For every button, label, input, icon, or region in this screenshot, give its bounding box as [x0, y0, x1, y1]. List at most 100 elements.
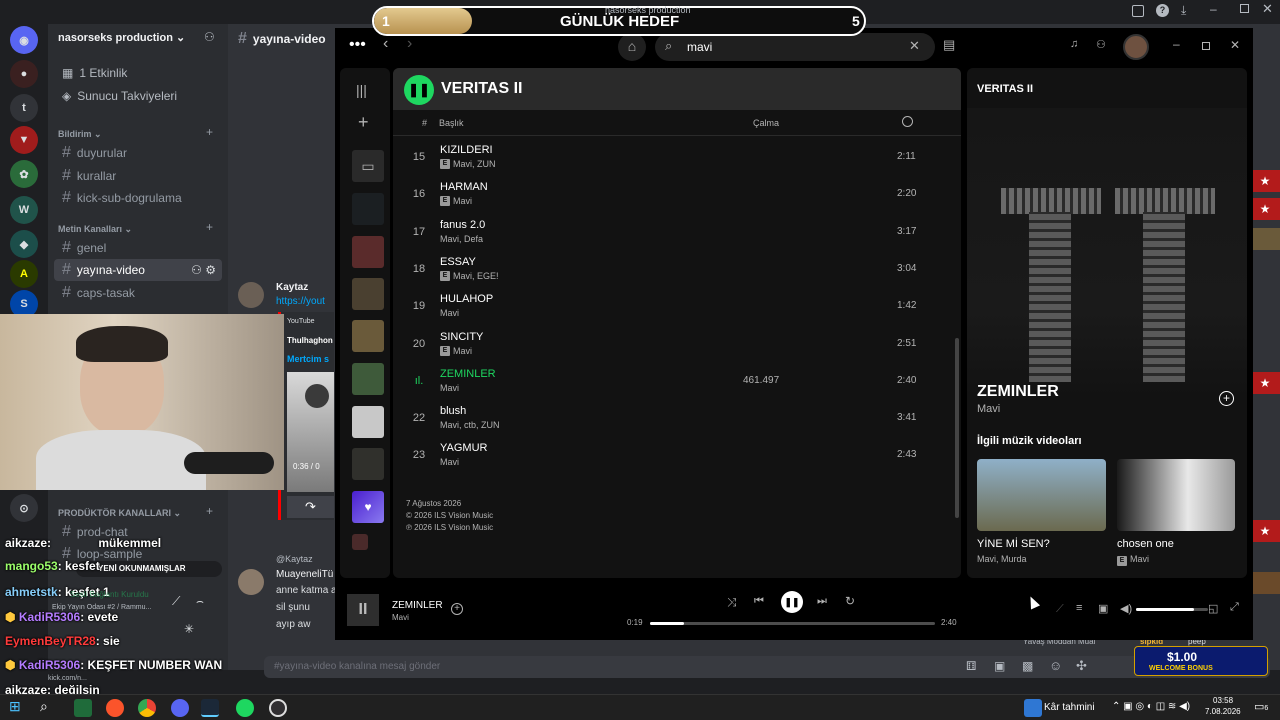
- embed-sub[interactable]: Mertcim s: [287, 354, 329, 364]
- server-icon[interactable]: ●: [10, 60, 38, 88]
- track-title[interactable]: ESSAY: [440, 256, 476, 268]
- add-channel-icon[interactable]: +: [206, 504, 213, 518]
- video-title[interactable]: chosen one: [1117, 538, 1174, 550]
- embed-title[interactable]: Thulhaghon: [287, 336, 333, 345]
- emoji-icon[interactable]: ☺: [1049, 658, 1062, 673]
- clock-time[interactable]: 03:58: [1213, 696, 1233, 705]
- track-artists[interactable]: Mavi: [453, 346, 472, 356]
- play-pause-button[interactable]: ❚❚: [781, 591, 803, 613]
- video-thumb[interactable]: [1117, 459, 1235, 531]
- channel-yayina-video[interactable]: # yayına-video ⚇ ⚙: [54, 259, 222, 281]
- notifications-icon[interactable]: ♫: [1070, 38, 1078, 50]
- track-title[interactable]: SINCITY: [440, 331, 483, 343]
- explore-icon[interactable]: ⊙: [10, 494, 38, 522]
- player-artist[interactable]: Mavi: [392, 613, 409, 622]
- track-artists[interactable]: Mavi, EGE!: [453, 271, 499, 281]
- server-header[interactable]: nasorseks production ⌄: [58, 31, 185, 44]
- channel-genel[interactable]: # genel: [54, 237, 222, 259]
- track-artists[interactable]: Mavi, Defa: [440, 234, 483, 244]
- track-artists[interactable]: Mavi: [453, 196, 472, 206]
- col-plays[interactable]: Çalma: [753, 118, 779, 128]
- track-row[interactable]: ıl. ZEMINLER Mavi 461.497 2:40: [393, 364, 961, 401]
- mute-icon[interactable]: ⟋: [172, 594, 180, 609]
- library-item[interactable]: [352, 320, 384, 352]
- close-icon[interactable]: ✕: [1230, 38, 1240, 52]
- track-title[interactable]: KIZILDERI: [440, 144, 493, 156]
- library-item[interactable]: [352, 363, 384, 395]
- back-icon[interactable]: ‹: [383, 35, 388, 53]
- soundboard-icon[interactable]: ✳: [184, 622, 194, 636]
- notification-icon[interactable]: ▭6: [1254, 700, 1268, 713]
- maximize-icon[interactable]: [1240, 4, 1249, 13]
- track-row[interactable]: 20 SINCITY E Mavi 2:51: [393, 327, 961, 364]
- duration-clock-icon[interactable]: [902, 116, 913, 127]
- start-icon[interactable]: ⊞: [9, 698, 21, 715]
- track-row[interactable]: 15 KIZILDERI E Mavi, ZUN 2:11: [393, 140, 961, 177]
- search-icon[interactable]: ⌕: [40, 698, 48, 715]
- maximize-icon[interactable]: [1202, 42, 1210, 50]
- apps-icon[interactable]: ✣: [1076, 658, 1087, 674]
- profile-avatar[interactable]: [1123, 34, 1149, 60]
- server-icon[interactable]: W: [10, 196, 38, 224]
- clear-search-icon[interactable]: ✕: [909, 38, 920, 54]
- library-item[interactable]: [352, 448, 384, 480]
- obs-icon[interactable]: [269, 699, 287, 717]
- library-item[interactable]: [352, 406, 384, 438]
- library-icon[interactable]: |||: [356, 82, 367, 98]
- video-thumb[interactable]: [977, 459, 1106, 531]
- library-item[interactable]: [352, 193, 384, 225]
- search-input[interactable]: ⌕ mavi ✕: [655, 33, 935, 61]
- discord-home-icon[interactable]: ◉: [10, 26, 38, 54]
- fullscreen-icon[interactable]: ⤢: [1230, 601, 1239, 614]
- track-title[interactable]: blush: [440, 405, 466, 417]
- reply-author[interactable]: @Kaytaz: [276, 554, 313, 564]
- repeat-icon[interactable]: ↻: [845, 594, 855, 608]
- track-row[interactable]: 19 HULAHOP Mavi 1:42: [393, 289, 961, 326]
- track-artists[interactable]: Mavi: [440, 308, 459, 318]
- add-member-icon[interactable]: ⚇: [204, 30, 215, 44]
- help-icon[interactable]: ?: [1156, 4, 1169, 17]
- weather-label[interactable]: Kâr tahmini: [1044, 702, 1095, 713]
- server-icon[interactable]: ◆: [10, 230, 38, 258]
- create-icon[interactable]: +: [358, 112, 369, 133]
- steam-icon[interactable]: [201, 699, 219, 717]
- add-channel-icon[interactable]: +: [206, 220, 213, 234]
- spotify-icon[interactable]: [236, 699, 254, 717]
- track-row[interactable]: 18 ESSAY E Mavi, EGE! 3:04: [393, 252, 961, 289]
- chrome-icon[interactable]: [138, 699, 156, 717]
- volume-icon[interactable]: ◀): [1120, 602, 1132, 615]
- category-produktor[interactable]: PRODÜKTÖR KANALLARI ⌄: [58, 508, 181, 519]
- next-icon[interactable]: ⏭: [817, 595, 827, 608]
- message-author[interactable]: Kaytaz: [276, 282, 308, 293]
- message-input[interactable]: #yayına-video kanalına mesaj gönder ⚅ ▣ …: [264, 656, 1270, 678]
- track-title[interactable]: HARMAN: [440, 181, 488, 193]
- video-thumbnail[interactable]: 0:36 / 0: [287, 372, 334, 492]
- channel-caps-tasak[interactable]: # caps-tasak: [54, 282, 222, 304]
- volume-track[interactable]: [1136, 608, 1208, 611]
- server-icon[interactable]: ✿: [10, 160, 38, 188]
- minimize-icon[interactable]: –: [1173, 37, 1180, 51]
- previous-icon[interactable]: ⏮: [754, 595, 764, 608]
- server-icon[interactable]: A: [10, 260, 38, 288]
- share-icon[interactable]: ↷: [287, 496, 334, 518]
- bonus-banner[interactable]: $1.00 WELCOME BONUS: [1134, 646, 1268, 676]
- add-to-library-icon[interactable]: +: [451, 603, 463, 615]
- inbox-icon[interactable]: [1132, 5, 1144, 17]
- queue-icon[interactable]: ≡: [1076, 602, 1082, 614]
- download-icon[interactable]: ⤓: [1181, 3, 1186, 18]
- now-title[interactable]: ZEMINLER: [977, 383, 1059, 401]
- taskbar-app-icon[interactable]: [74, 699, 92, 717]
- reply-author2[interactable]: MuayeneliTü: [276, 569, 333, 580]
- minimize-icon[interactable]: –: [1210, 2, 1217, 16]
- track-row[interactable]: 23 YAGMUR Mavi 2:43: [393, 438, 961, 475]
- lyrics-icon[interactable]: ⟋: [1056, 603, 1064, 616]
- now-artist[interactable]: Mavi: [977, 403, 1000, 415]
- server-icon[interactable]: t: [10, 94, 38, 122]
- miniplayer-icon[interactable]: ◱: [1208, 602, 1218, 615]
- disconnect-icon[interactable]: ⌢: [196, 594, 204, 609]
- player-title[interactable]: ZEMINLER: [392, 600, 443, 611]
- device-icon[interactable]: ▣: [1098, 602, 1108, 615]
- message-link[interactable]: https://yout: [276, 296, 325, 307]
- library-item[interactable]: [352, 236, 384, 268]
- category-metin[interactable]: Metin Kanalları ⌄: [58, 224, 132, 235]
